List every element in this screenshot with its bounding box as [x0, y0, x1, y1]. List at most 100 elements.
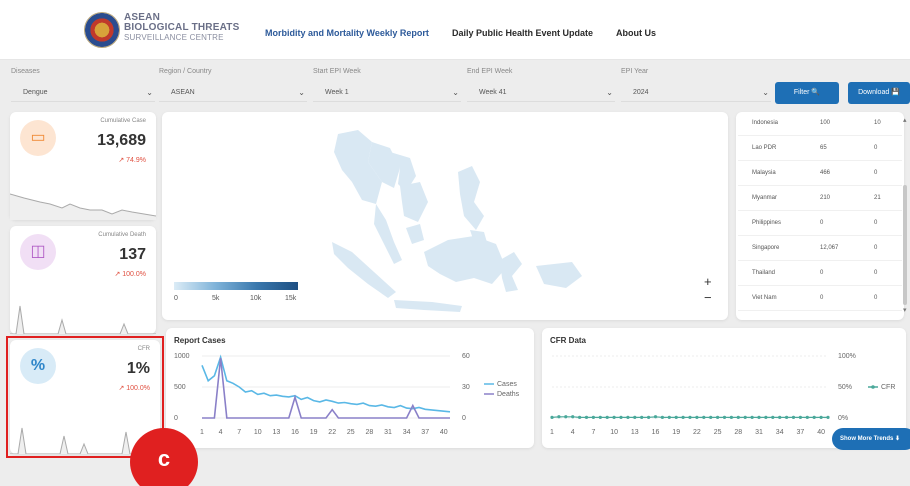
cell-country: Thailand: [752, 270, 776, 276]
cell-deaths: 10: [874, 120, 881, 126]
data-point: [695, 415, 699, 419]
table-row[interactable]: Lao PDR 65 0: [738, 137, 902, 161]
y-tick-label: 50%: [838, 384, 852, 391]
diseases-value: Dengue: [23, 89, 48, 96]
table-row[interactable]: Viet Nam 0 0: [738, 287, 902, 311]
y2-tick-label: 0: [462, 415, 466, 422]
cell-deaths: 0: [874, 220, 878, 226]
data-point: [702, 415, 706, 419]
nav-morbidity-report[interactable]: Morbidity and Mortality Weekly Report: [265, 28, 429, 38]
cell-deaths: 0: [874, 245, 878, 251]
cell-country: Philippines: [752, 220, 782, 226]
scroll-up-icon[interactable]: ▴: [903, 116, 907, 124]
data-point: [791, 415, 796, 419]
map-legend-bar: [174, 282, 298, 290]
download-button[interactable]: Download 💾: [848, 82, 910, 104]
x-tick-label: 13: [273, 429, 281, 436]
data-point: [764, 415, 768, 419]
cell-deaths: 0: [874, 270, 878, 276]
epi-year-select[interactable]: 2024 ⌄: [621, 86, 771, 102]
table-row[interactable]: Singapore 12,067 0: [738, 237, 902, 261]
data-point: [757, 415, 761, 419]
report-cases-chart[interactable]: 0 500 1000 0 30 60 1 4 7 10 13 16 19 22 25 28 31 34 37 40 Ca…: [166, 328, 534, 448]
show-more-trends-button[interactable]: Show More Trends ⬇: [832, 428, 910, 450]
cell-country: Singapore: [752, 245, 780, 251]
asean-logo-icon[interactable]: [84, 12, 120, 48]
x-tick-label: 7: [237, 429, 241, 436]
sparkline: [10, 305, 156, 334]
data-point: [826, 415, 830, 419]
data-point: [591, 415, 595, 419]
y-tick-label: 0%: [838, 415, 848, 422]
data-point: [660, 415, 664, 419]
data-point: [674, 415, 678, 419]
cell-cases: 0: [820, 270, 824, 276]
cell-cases: 65: [820, 145, 827, 151]
end-week-select[interactable]: Week 41 ⌄: [467, 86, 615, 102]
start-week-value: Week 1: [325, 89, 349, 96]
x-tick-label: 22: [328, 429, 336, 436]
chat-icon: ▭: [20, 120, 56, 156]
cell-country: Indonesia: [752, 120, 779, 126]
x-tick-label: 34: [403, 429, 411, 436]
table-row[interactable]: Myanmar 210 21: [738, 187, 902, 211]
data-point: [564, 415, 568, 419]
start-week-select[interactable]: Week 1 ⌄: [313, 86, 461, 102]
cell-deaths: 0: [874, 170, 878, 176]
brand-line-2: BIOLOGICAL THREATS: [124, 22, 240, 33]
nav-daily-update[interactable]: Daily Public Health Event Update: [452, 28, 593, 38]
brand-name[interactable]: ASEAN BIOLOGICAL THREATS SURVEILLANCE CE…: [124, 13, 239, 43]
x-tick-label: 4: [571, 429, 575, 436]
x-tick-label: 40: [440, 429, 448, 436]
data-point: [557, 415, 561, 419]
data-point: [736, 415, 740, 419]
cell-cases: 466: [820, 170, 831, 176]
table-row[interactable]: Indonesia 100 10: [738, 112, 902, 136]
data-point: [626, 415, 630, 419]
filter-label-region: Region / Country: [159, 68, 212, 75]
x-tick-label: 37: [797, 429, 805, 436]
filter-button[interactable]: Filter 🔍: [775, 82, 839, 104]
legend-label: Cases: [497, 381, 517, 388]
cell-country: Lao PDR: [752, 145, 777, 151]
table-row[interactable]: Philippines 0 0: [738, 212, 902, 236]
kpi-value: 137: [119, 246, 146, 263]
zoom-in-button[interactable]: +: [704, 274, 712, 289]
x-tick-label: 37: [421, 429, 429, 436]
table-row[interactable]: Malaysia 466 0: [738, 162, 902, 186]
data-point: [633, 415, 637, 419]
chevron-down-icon: ⌄: [146, 88, 153, 97]
data-point: [722, 415, 727, 419]
data-point: [819, 415, 823, 419]
cell-country: Myanmar: [752, 195, 778, 201]
brand-line-3: SURVEILLANCE CENTRE: [124, 33, 224, 42]
table-row[interactable]: Thailand 0 0: [738, 262, 902, 286]
cell-country: Malaysia: [752, 170, 776, 176]
kpi-label: Cumulative Death: [98, 232, 146, 238]
x-tick-label: 1: [200, 429, 204, 436]
data-point: [571, 415, 575, 419]
region-select[interactable]: ASEAN ⌄: [159, 86, 307, 102]
data-point: [805, 415, 809, 419]
chevron-down-icon: ⌄: [762, 88, 769, 97]
data-point: [647, 415, 651, 419]
data-point: [584, 415, 589, 419]
data-point: [778, 415, 782, 419]
cell-cases: 100: [820, 120, 831, 126]
x-tick-label: 22: [693, 429, 701, 436]
x-tick-label: 25: [714, 429, 722, 436]
zoom-out-button[interactable]: −: [704, 290, 712, 305]
filter-label-start-week: Start EPI Week: [313, 68, 361, 75]
table-scrollbar[interactable]: [903, 185, 907, 305]
x-tick-label: 13: [631, 429, 639, 436]
nav-about-us[interactable]: About Us: [616, 28, 656, 38]
scroll-down-icon[interactable]: ▾: [903, 306, 907, 314]
data-point: [550, 415, 554, 419]
data-point: [578, 415, 582, 419]
diseases-select[interactable]: Dengue ⌄: [11, 86, 155, 102]
briefcase-icon: ◫: [20, 234, 56, 270]
x-tick-label: 31: [384, 429, 392, 436]
x-tick-label: 10: [254, 429, 262, 436]
sparkline: [10, 193, 156, 220]
y2-tick-label: 60: [462, 353, 470, 360]
